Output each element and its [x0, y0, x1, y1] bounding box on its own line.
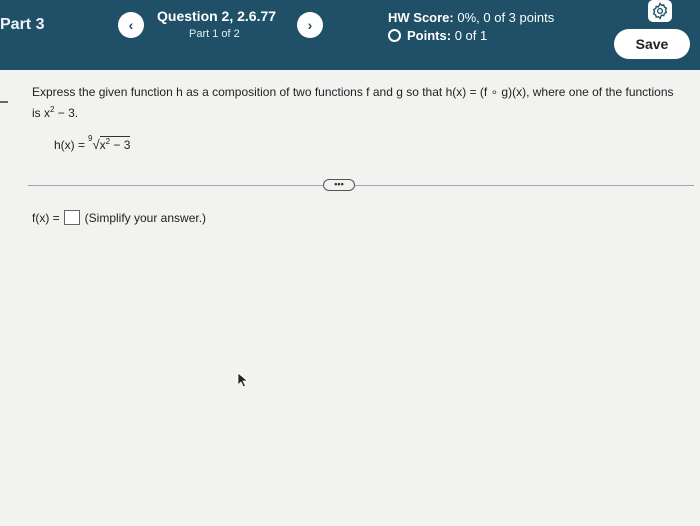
- answer-hint: (Simplify your answer.): [84, 210, 207, 225]
- given-lhs: h(x) =: [54, 137, 86, 152]
- given-function: h(x) = 9 √ x2 − 3: [54, 134, 131, 152]
- previous-question-button[interactable]: ‹: [118, 12, 144, 38]
- answer-row: f(x) = (Simplify your answer.): [32, 210, 206, 225]
- prompt-text: is x: [32, 106, 50, 120]
- mouse-cursor-icon: [237, 372, 249, 388]
- hw-score-value: 0%, 0 of 3 points: [457, 10, 555, 25]
- next-question-button[interactable]: ›: [297, 12, 323, 38]
- chevron-right-icon: ›: [307, 17, 313, 33]
- radicand: x2 − 3: [99, 135, 131, 152]
- hw-score-label: HW Score:: [388, 10, 454, 25]
- prompt-line-1: Express the given function h as a compos…: [32, 85, 674, 99]
- prompt-line-2: is x2 − 3.: [32, 101, 696, 122]
- expand-more-button[interactable]: •••: [323, 179, 355, 191]
- answer-label: f(x) =: [32, 210, 60, 225]
- left-edge-mark: [0, 101, 8, 103]
- prompt-text-end: − 3.: [54, 106, 79, 120]
- top-bar: Part 3 ‹ Question 2, 2.6.77 Part 1 of 2 …: [0, 0, 700, 70]
- question-prompt: Express the given function h as a compos…: [32, 84, 696, 122]
- question-title: Question 2, 2.6.77: [157, 8, 277, 24]
- hw-score: HW Score: 0%, 0 of 3 points: [388, 10, 554, 25]
- save-button[interactable]: Save: [614, 29, 690, 59]
- divider: [28, 185, 694, 186]
- gear-icon[interactable]: [648, 0, 672, 22]
- answer-input[interactable]: [63, 210, 80, 225]
- points-value: 0 of 1: [454, 28, 488, 43]
- chevron-left-icon: ‹: [128, 17, 134, 33]
- root-index: 9: [88, 134, 93, 143]
- points: Points: 0 of 1: [388, 28, 487, 43]
- points-label: Points:: [407, 28, 452, 43]
- circle-icon: [388, 29, 401, 42]
- radical-sign: √: [92, 137, 100, 152]
- question-part: Part 1 of 2: [189, 28, 240, 40]
- part-label: Part 3: [0, 16, 45, 33]
- radicand-rest: − 3: [110, 137, 131, 152]
